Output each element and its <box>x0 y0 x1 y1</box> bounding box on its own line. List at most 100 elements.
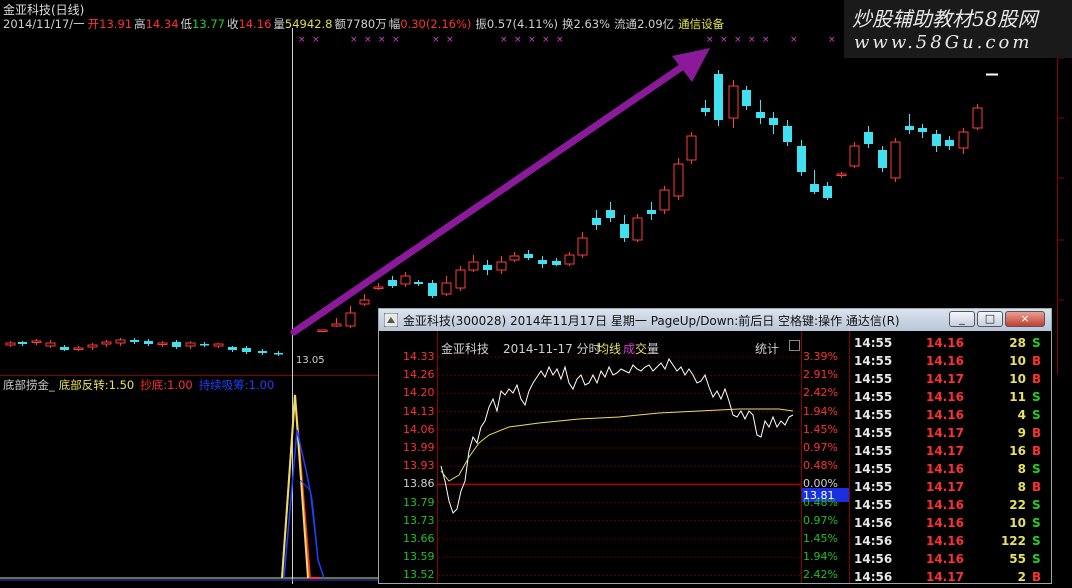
tick-volume: 55 <box>1009 552 1026 566</box>
indicator-bar-item: 1.50 <box>108 378 135 392</box>
candle <box>890 138 901 182</box>
percent-axis-label: 1.94% <box>803 550 838 564</box>
watermark-line1: 炒股辅助教材58股网 <box>852 7 1038 31</box>
tick-volume: 9 <box>1017 426 1026 440</box>
signal-marker: × <box>706 35 714 45</box>
maximize-button[interactable]: □ <box>977 311 1003 327</box>
tick-side: B <box>1032 426 1042 440</box>
signal-marker: × <box>364 35 372 45</box>
signal-marker: × <box>378 35 386 45</box>
quote-bar-item: 14.16 <box>238 17 272 31</box>
signal-marker: × <box>762 35 770 45</box>
tick-row: 14:55 14.16 28 S <box>850 336 1050 354</box>
quote-bar-item: 通信设备 <box>678 17 725 31</box>
tick-volume: 4 <box>1017 408 1026 422</box>
tick-row: 14:55 14.16 10 B <box>850 354 1050 372</box>
tick-side: B <box>1032 480 1042 494</box>
percent-axis-label: 0.48% <box>803 459 838 473</box>
close-button[interactable]: × <box>1005 311 1045 327</box>
tick-volume: 28 <box>1009 336 1026 350</box>
candle <box>632 214 643 242</box>
current-price-label: 13.81 <box>803 489 835 502</box>
price-axis-label: 13.79 <box>403 495 435 509</box>
tick-side: S <box>1032 552 1041 566</box>
tick-time: 14:56 <box>854 552 893 566</box>
minimize-button[interactable]: _ <box>949 311 975 327</box>
tick-price: 14.16 <box>926 390 964 404</box>
tick-time: 14:56 <box>854 570 893 584</box>
price-axis-label: 14.20 <box>403 386 435 400</box>
quote-bar-item: 额 <box>334 17 346 31</box>
tick-row: 14:56 14.16 55 S <box>850 552 1050 570</box>
tick-price: 14.17 <box>926 372 964 386</box>
tick-time: 14:55 <box>854 462 893 476</box>
tick-side: S <box>1032 408 1041 422</box>
signal-marker: × <box>790 35 798 45</box>
quote-bar-item: 开 <box>87 17 100 31</box>
tick-row: 14:55 14.16 11 S <box>850 390 1050 408</box>
signal-marker: × <box>528 35 536 45</box>
percent-axis-label: 2.42% <box>803 386 838 400</box>
signal-marker: × <box>720 35 728 45</box>
tick-price: 14.17 <box>926 570 964 584</box>
price-axis-label: 13.73 <box>403 513 435 527</box>
window-titlebar[interactable]: 金亚科技(300028) 2014年11月17日 星期一 PageUp/Down… <box>379 309 1051 331</box>
tick-price: 14.16 <box>926 462 964 476</box>
tick-time: 14:55 <box>854 408 893 422</box>
tick-row: 14:55 14.17 10 B <box>850 372 1050 390</box>
intraday-date: 2014-11-17 分时 <box>503 342 601 356</box>
tick-side: B <box>1032 372 1042 386</box>
quote-bar-item: 13.77 <box>192 17 225 31</box>
candle <box>849 142 860 168</box>
tick-side: B <box>1032 444 1042 458</box>
tick-price: 14.16 <box>926 516 964 530</box>
signal-marker: × <box>500 35 508 45</box>
signal-marker: × <box>446 35 454 45</box>
candle <box>317 329 328 332</box>
stats-toggle-icon[interactable] <box>789 340 800 351</box>
quote-bar-item: 量 <box>273 17 285 31</box>
price-axis-label: 13.52 <box>403 568 435 582</box>
candle <box>455 266 466 291</box>
price-axis-label: 13.66 <box>403 532 435 545</box>
tick-price: 14.16 <box>926 534 964 548</box>
tick-side: S <box>1032 390 1041 404</box>
candle <box>972 104 983 130</box>
tick-volume: 8 <box>1017 480 1026 494</box>
tick-side: B <box>1032 354 1042 368</box>
signal-marker: × <box>734 35 742 45</box>
tick-time: 14:55 <box>854 390 893 404</box>
percent-axis-label: 2.91% <box>803 368 838 382</box>
quote-bar-item: 振 <box>475 17 487 31</box>
tick-volume: 122 <box>1000 534 1026 548</box>
window-title: 金亚科技(300028) 2014年11月17日 星期一 PageUp/Down… <box>403 314 900 328</box>
signal-marker: × <box>748 35 756 45</box>
signal-marker: × <box>556 35 564 45</box>
price-axis-label: 13.93 <box>403 459 435 473</box>
tick-time: 14:55 <box>854 480 893 494</box>
tick-volume: 11 <box>1009 390 1026 404</box>
percent-axis-label: 2.42% <box>803 568 838 582</box>
tick-price: 14.17 <box>926 426 964 440</box>
price-axis-label: 13.86 <box>403 477 435 491</box>
quote-bar-item: 54942.8 <box>284 17 333 31</box>
quote-bar-item: 0.57(4.11%) <box>486 17 559 31</box>
candle <box>686 132 697 164</box>
signal-marker: × <box>392 35 400 45</box>
tick-time: 14:56 <box>854 534 893 548</box>
indicator-bar-item: 底部捞金_ <box>3 378 55 392</box>
signal-marker: × <box>514 35 522 45</box>
legend-volume: 成交量 <box>623 342 660 356</box>
legend-average: 均线 <box>597 342 622 356</box>
candle <box>714 70 723 126</box>
tick-time: 14:55 <box>854 354 893 368</box>
tick-time: 14:55 <box>854 372 893 386</box>
tick-volume: 8 <box>1017 462 1026 476</box>
quote-bar: 2014/11/17/一 开13.91 高14.34 低13.77 收14.16 量549… <box>3 16 724 32</box>
tick-price: 14.17 <box>926 444 964 458</box>
quote-bar-item: 14.34 <box>145 17 179 31</box>
signal-marker: × <box>350 35 358 45</box>
candle <box>659 186 670 214</box>
quote-bar-item: 0.30(2.16%) <box>400 17 472 31</box>
stats-button[interactable]: 统计 <box>755 340 779 357</box>
